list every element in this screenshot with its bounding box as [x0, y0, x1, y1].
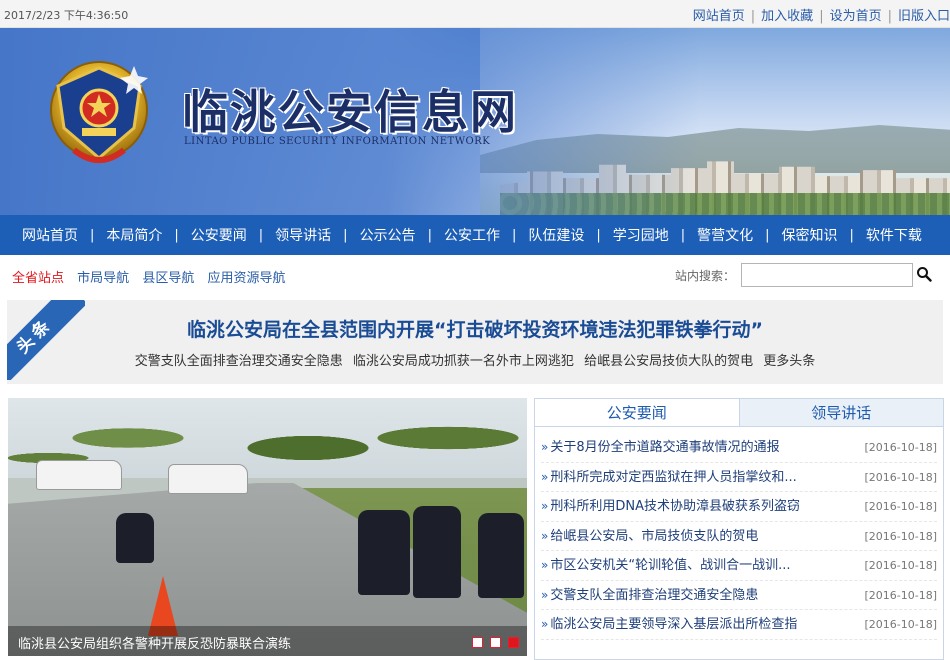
headline-title[interactable]: 临洮公安局在全县范围内开展“打击破坏投资环境违法犯罪铁拳行动”: [7, 315, 943, 342]
tab-police-news[interactable]: 公安要闻: [535, 399, 740, 426]
top-links: 网站首页 | 加入收藏 | 设为首页 | 旧版入口: [693, 5, 950, 24]
current-datetime: 2017/2/23 下午4:36:50: [4, 9, 129, 22]
police-car: [36, 460, 122, 490]
top-link-old-version[interactable]: 旧版入口: [898, 9, 950, 24]
news-link[interactable]: 给岷县公安局、市局技侦支队的贺电: [550, 529, 758, 544]
site-banner: 临洮公安信息网 LINTAO PUBLIC SECURITY INFORMATI…: [0, 28, 950, 215]
subnav-county-nav[interactable]: 县区导航: [142, 271, 194, 286]
nav-item-downloads[interactable]: 软件下载: [854, 225, 934, 245]
news-link[interactable]: 市区公安机关“轮训轮值、战训合一战训...: [550, 558, 790, 573]
search-button[interactable]: [914, 265, 934, 285]
headline-link[interactable]: 交警支队全面排查治理交通安全隐患: [135, 354, 343, 369]
news-panel: 公安要闻 领导讲话 » 关于8月份全市道路交通事故情况的通报 [2016-10-18…: [534, 398, 944, 660]
news-link[interactable]: 刑科所完成对定西监狱在押人员指掌纹和...: [550, 470, 796, 485]
subnav-city-bureau[interactable]: 市局导航: [77, 271, 129, 286]
subnav-resources[interactable]: 应用资源导航: [207, 271, 285, 286]
news-date: [2016-10-18]: [864, 470, 937, 484]
nav-item-about[interactable]: 本局简介: [94, 225, 174, 245]
top-link-favorite[interactable]: 加入收藏: [761, 9, 813, 24]
divider: |: [819, 9, 824, 24]
divider: |: [887, 9, 892, 24]
news-link[interactable]: 关于8月份全市道路交通事故情况的通报: [550, 440, 779, 455]
nav-item-home[interactable]: 网站首页: [10, 225, 90, 245]
nav-item-culture[interactable]: 警营文化: [685, 225, 765, 245]
nav-item-secrecy[interactable]: 保密知识: [770, 225, 850, 245]
news-tabs: 公安要闻 领导讲话: [535, 399, 943, 427]
slide-dot-1[interactable]: [472, 637, 483, 648]
nav-item-work[interactable]: 公安工作: [432, 225, 512, 245]
list-item: » 关于8月份全市道路交通事故情况的通报 [2016-10-18]: [541, 433, 937, 463]
list-item: » 临洮公安局主要领导深入基层派出所检查指 [2016-10-18]: [541, 610, 937, 640]
news-slideshow[interactable]: 临洮县公安局组织各警种开展反恐防暴联合演练: [8, 398, 527, 656]
list-item: » 刑科所利用DNA技术协助漳县破获系列盗窃 [2016-10-18]: [541, 492, 937, 522]
nav-item-news[interactable]: 公安要闻: [179, 225, 259, 245]
search-input[interactable]: [741, 263, 913, 287]
news-date: [2016-10-18]: [864, 441, 937, 454]
list-item: » 给岷县公安局、市局技侦支队的贺电 [2016-10-18]: [541, 522, 937, 551]
person-figure: [358, 510, 410, 595]
subnav-province-sites[interactable]: 全省站点: [12, 271, 64, 286]
slide-pager: [472, 637, 519, 648]
list-item: » 交警支队全面排查治理交通安全隐患 [2016-10-18]: [541, 581, 937, 610]
headline-sub-links: 交警支队全面排查治理交通安全隐患 临洮公安局成功抓获一名外市上网逃犯 给岷县公安…: [7, 350, 943, 369]
news-link[interactable]: 刑科所利用DNA技术协助漳县破获系列盗窃: [550, 499, 800, 514]
arrow-icon: »: [541, 587, 549, 602]
news-link[interactable]: 临洮公安局主要领导深入基层派出所检查指: [550, 617, 797, 632]
nav-item-notices[interactable]: 公示公告: [348, 225, 428, 245]
more-headlines-link[interactable]: 更多头条: [763, 354, 815, 369]
list-item: » 刑科所完成对定西监狱在押人员指掌纹和... [2016-10-18]: [541, 463, 937, 492]
slide-dot-2[interactable]: [490, 637, 501, 648]
site-title: 临洮公安信息网: [182, 85, 518, 139]
arrow-icon: »: [541, 617, 549, 631]
main-nav: 网站首页 | 本局简介 | 公安要闻 | 领导讲话 | 公示公告 | 公安工作 | 队伍建设…: [0, 215, 950, 255]
top-link-home[interactable]: 网站首页: [693, 9, 745, 24]
arrow-icon: »: [541, 469, 549, 484]
slide-caption-bar: 临洮县公安局组织各警种开展反恐防暴联合演练: [8, 626, 527, 656]
nav-item-team[interactable]: 队伍建设: [516, 225, 596, 245]
site-subtitle: LINTAO PUBLIC SECURITY INFORMATION NETWO…: [184, 136, 491, 147]
divider: |: [750, 9, 756, 24]
arrow-icon: »: [541, 440, 549, 454]
headline-link[interactable]: 临洮公安局成功抓获一名外市上网逃犯: [353, 354, 574, 369]
arrow-icon: »: [541, 499, 549, 513]
top-bar: 2017/2/23 下午4:36:50 网站首页 | 加入收藏 | 设为首页 | 旧版入口: [0, 0, 950, 28]
police-car: [168, 464, 248, 494]
search-icon: [917, 266, 932, 282]
list-item: » 市区公安机关“轮训轮值、战训合一战训... [2016-10-18]: [541, 551, 937, 581]
tab-leader-speeches[interactable]: 领导讲话: [739, 399, 943, 426]
arrow-icon: »: [541, 528, 549, 543]
headline-link[interactable]: 给岷县公安局技侦大队的贺电: [584, 354, 753, 369]
top-link-set-home[interactable]: 设为首页: [830, 9, 882, 24]
news-date: [2016-10-18]: [864, 618, 937, 631]
news-date: [2016-10-18]: [864, 500, 937, 513]
news-link[interactable]: 交警支队全面排查治理交通安全隐患: [550, 588, 758, 603]
arrow-icon: »: [541, 558, 549, 572]
news-date: [2016-10-18]: [864, 588, 937, 602]
person-figure: [413, 506, 461, 598]
nav-item-study[interactable]: 学习园地: [601, 225, 681, 245]
slide-caption[interactable]: 临洮县公安局组织各警种开展反恐防暴联合演练: [18, 633, 291, 652]
sub-nav: 全省站点 市局导航 县区导航 应用资源导航 站内搜索：: [0, 258, 950, 292]
search-label: 站内搜索：: [675, 269, 736, 283]
person-figure: [116, 513, 154, 563]
news-date: [2016-10-18]: [864, 559, 937, 572]
person-figure: [478, 513, 524, 598]
slide-dot-3[interactable]: [508, 637, 519, 648]
nav-item-speeches[interactable]: 领导讲话: [263, 225, 343, 245]
news-list: » 关于8月份全市道路交通事故情况的通报 [2016-10-18] » 刑科所完成对定…: [535, 427, 943, 640]
news-date: [2016-10-18]: [864, 529, 937, 543]
police-emblem-icon: [50, 61, 148, 163]
headline-box: 头条 临洮公安局在全县范围内开展“打击破坏投资环境违法犯罪铁拳行动” 交警支队全…: [7, 300, 943, 384]
